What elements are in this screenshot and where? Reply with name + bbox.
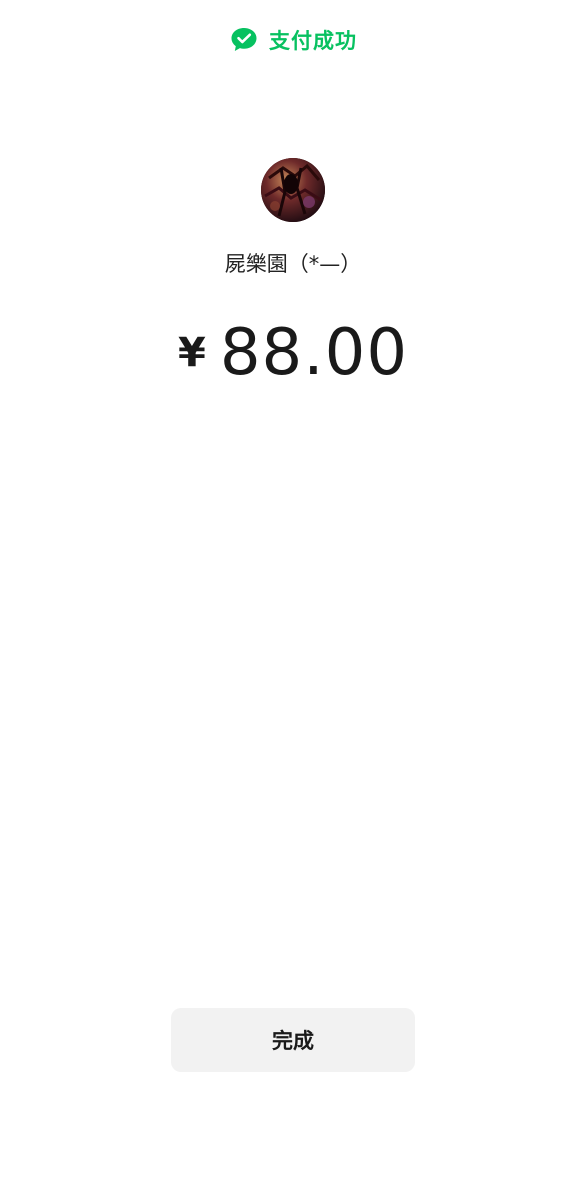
wechat-pay-check-icon [231, 28, 257, 51]
currency-symbol: ¥ [177, 330, 206, 376]
payee-name: 屍樂園（*—） [224, 252, 362, 276]
payment-status-header: 支付成功 [0, 22, 586, 58]
amount-value: 88.00 [219, 316, 409, 390]
payee-avatar [261, 158, 325, 222]
done-button[interactable]: 完成 [171, 1008, 415, 1072]
payment-amount: ¥ 88.00 [0, 316, 586, 390]
payment-status-text: 支付成功 [269, 29, 357, 53]
